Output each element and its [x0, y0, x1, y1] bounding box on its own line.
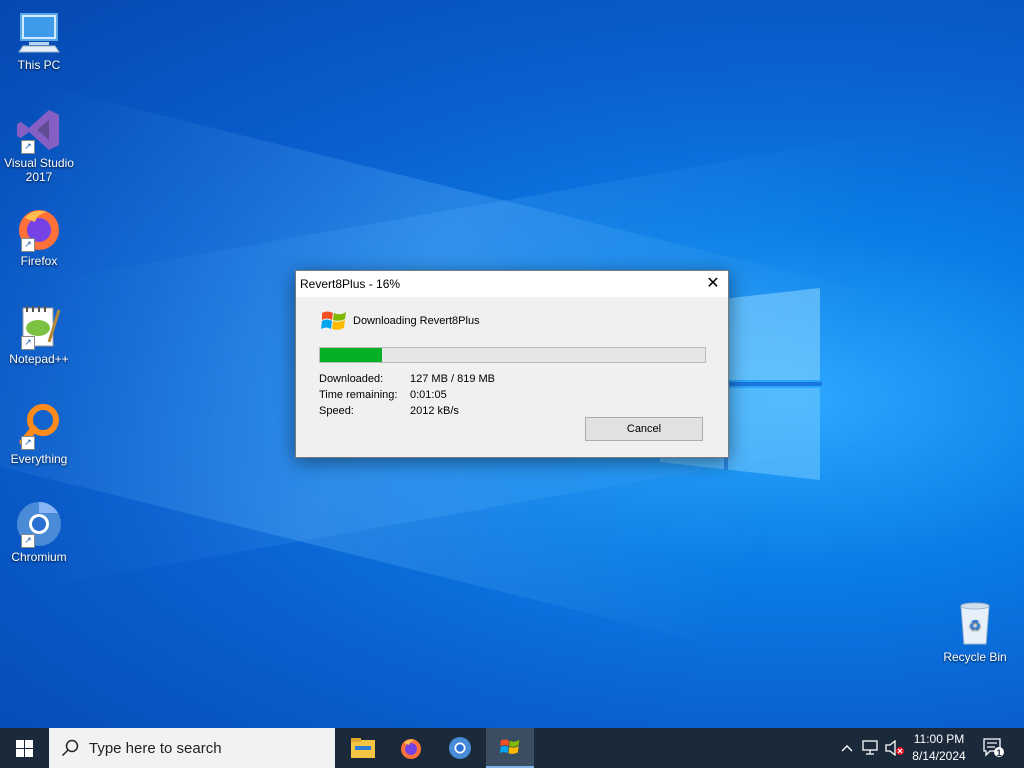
- icon-label: Visual Studio 2017: [4, 156, 74, 184]
- speed-value: 2012 kB/s: [410, 405, 459, 417]
- progress-fill: [320, 348, 382, 362]
- desktop-icon-visual-studio[interactable]: ↗ Visual Studio 2017: [4, 106, 74, 184]
- svg-text:♻: ♻: [969, 618, 982, 634]
- speed-label: Speed:: [319, 405, 354, 417]
- desktop-icon-firefox[interactable]: ↗ Firefox: [4, 204, 74, 268]
- search-icon: [61, 739, 79, 757]
- download-info: Downloaded: 127 MB / 819 MB Time remaini…: [319, 373, 495, 421]
- clock-time: 11:00 PM: [913, 732, 965, 746]
- download-progress-bar: [319, 347, 706, 363]
- shortcut-arrow-icon: ↗: [21, 140, 35, 154]
- start-button[interactable]: [0, 728, 48, 768]
- time-remaining-label: Time remaining:: [319, 389, 398, 401]
- action-center-button[interactable]: 1: [980, 728, 1008, 768]
- icon-label: Everything: [10, 452, 68, 466]
- download-heading: Downloading Revert8Plus: [353, 315, 480, 327]
- shortcut-arrow-icon: ↗: [21, 534, 35, 548]
- time-remaining-value: 0:01:05: [410, 389, 447, 401]
- taskbar-file-explorer[interactable]: [339, 728, 387, 768]
- desktop-icon-this-pc[interactable]: This PC: [4, 8, 74, 72]
- taskbar-firefox[interactable]: [387, 728, 435, 768]
- taskbar: Type here to search 11:00 PM 8/14/2024 1: [0, 728, 1024, 768]
- computer-icon: [18, 13, 60, 53]
- network-tray-button[interactable]: [860, 728, 882, 768]
- desktop-icon-chromium[interactable]: ↗ Chromium: [4, 500, 74, 564]
- show-hidden-icons-button[interactable]: [838, 728, 856, 768]
- download-dialog: Revert8Plus - 16% ✕ Downloading Revert8P…: [295, 270, 729, 458]
- icon-label: Recycle Bin: [943, 650, 1007, 664]
- chromium-icon: [449, 737, 471, 759]
- desktop-icon-everything[interactable]: ↗ Everything: [4, 402, 74, 466]
- file-explorer-icon: [351, 738, 375, 758]
- icon-label: Notepad++: [9, 352, 69, 366]
- shortcut-arrow-icon: ↗: [21, 336, 35, 350]
- icon-label: This PC: [17, 58, 61, 72]
- clock-date: 8/14/2024: [912, 749, 966, 763]
- firefox-icon: [401, 739, 421, 759]
- shortcut-arrow-icon: ↗: [21, 436, 35, 450]
- icon-label: Firefox: [20, 254, 58, 268]
- shortcut-arrow-icon: ↗: [21, 238, 35, 252]
- cancel-button[interactable]: Cancel: [585, 417, 703, 441]
- downloaded-label: Downloaded:: [319, 373, 384, 385]
- taskbar-clock[interactable]: 11:00 PM 8/14/2024: [900, 731, 978, 765]
- desktop-icon-notepad-plus-plus[interactable]: ↗ Notepad++: [4, 302, 74, 366]
- taskbar-chromium[interactable]: [436, 728, 484, 768]
- windows-start-icon: [15, 739, 33, 757]
- taskbar-revert8plus[interactable]: [486, 728, 534, 768]
- windows-flag-icon: [321, 311, 346, 330]
- notification-count-badge: 1: [996, 748, 1002, 758]
- desktop-icon-recycle-bin[interactable]: ♻ Recycle Bin: [940, 600, 1010, 664]
- dialog-titlebar[interactable]: Revert8Plus - 16% ✕: [296, 271, 728, 297]
- revert8plus-icon: [499, 739, 520, 754]
- taskbar-search-box[interactable]: Type here to search: [49, 728, 335, 768]
- network-icon: [862, 740, 878, 755]
- close-button[interactable]: ✕: [698, 271, 728, 297]
- downloaded-value: 127 MB / 819 MB: [410, 373, 495, 385]
- download-heading-row: Downloading Revert8Plus: [320, 307, 480, 335]
- icon-label: Chromium: [11, 550, 67, 564]
- recycle-bin-icon: ♻: [960, 602, 990, 645]
- dialog-title: Revert8Plus - 16%: [300, 277, 401, 291]
- chevron-up-icon: [841, 745, 853, 752]
- search-placeholder: Type here to search: [89, 739, 222, 757]
